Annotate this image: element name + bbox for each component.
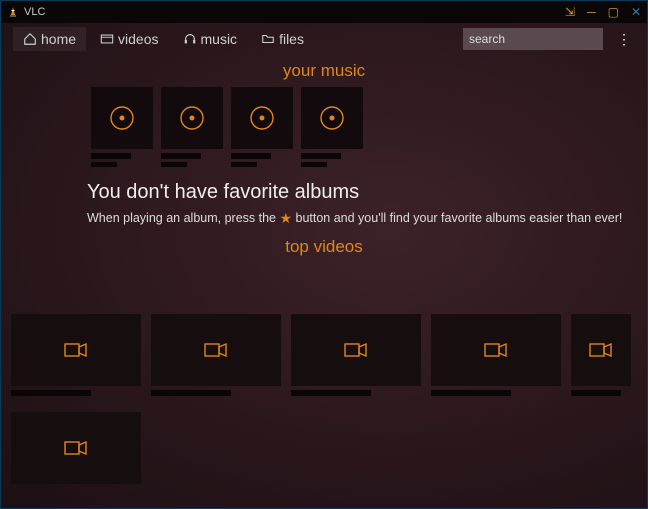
camcorder-icon: [64, 439, 88, 457]
video-item[interactable]: [151, 314, 281, 396]
favorites-hint-after: button and you'll find your favorite alb…: [292, 211, 622, 225]
nav-home-label: home: [41, 31, 76, 47]
album-item[interactable]: [231, 87, 293, 167]
album-item[interactable]: [301, 87, 363, 167]
camcorder-icon: [204, 341, 228, 359]
album-artist: [161, 162, 187, 167]
video-title: [11, 390, 91, 396]
camcorder-icon: [589, 341, 613, 359]
video-title: [151, 390, 231, 396]
album-artist: [301, 162, 327, 167]
favorites-heading: You don't have favorite albums: [1, 181, 647, 204]
headphones-icon: [183, 32, 197, 46]
titlebar: VLC ⇲ ─ ▢ ✕: [1, 1, 647, 23]
vlc-cone-icon: [7, 6, 19, 18]
nav-home[interactable]: home: [13, 27, 86, 51]
disc-icon: [317, 103, 347, 133]
star-icon: ★: [279, 210, 292, 227]
nav-music-label: music: [201, 31, 238, 47]
search-input[interactable]: [463, 28, 603, 50]
navbar: home videos music files ⋮: [1, 23, 647, 55]
more-button[interactable]: ⋮: [613, 31, 635, 48]
nav-videos-label: videos: [118, 31, 158, 47]
camcorder-icon: [64, 341, 88, 359]
video-title: [291, 390, 371, 396]
nav-music[interactable]: music: [173, 27, 248, 51]
videos-row: [11, 314, 637, 396]
video-item[interactable]: [431, 314, 561, 396]
nav-videos[interactable]: videos: [90, 27, 168, 51]
camcorder-icon: [344, 341, 368, 359]
videos-row: [11, 412, 637, 484]
album-artist: [91, 162, 117, 167]
nav-files-label: files: [279, 31, 304, 47]
album-item[interactable]: [161, 87, 223, 167]
video-item[interactable]: [571, 314, 631, 396]
albums-row: [1, 87, 647, 167]
album-item[interactable]: [91, 87, 153, 167]
album-title: [231, 153, 271, 159]
minimize-button[interactable]: ─: [587, 5, 596, 19]
album-title: [301, 153, 341, 159]
folder-icon: [261, 32, 275, 46]
more-vertical-icon: ⋮: [617, 31, 631, 47]
nav-files[interactable]: files: [251, 27, 314, 51]
videos-area: [1, 314, 647, 508]
section-top-videos: top videos: [1, 237, 647, 257]
album-title: [91, 153, 131, 159]
content: your music You don't have favorite album…: [1, 55, 647, 508]
video-item[interactable]: [11, 412, 141, 484]
window-title: VLC: [24, 6, 45, 18]
restore-down-icon[interactable]: ⇲: [565, 5, 575, 19]
album-artist: [231, 162, 257, 167]
video-item[interactable]: [11, 314, 141, 396]
favorites-hint: When playing an album, press the ★ butto…: [1, 210, 647, 227]
album-title: [161, 153, 201, 159]
disc-icon: [177, 103, 207, 133]
camcorder-icon: [484, 341, 508, 359]
section-your-music: your music: [1, 61, 647, 81]
close-button[interactable]: ✕: [631, 5, 641, 19]
video-title: [571, 390, 621, 396]
video-icon: [100, 32, 114, 46]
home-icon: [23, 32, 37, 46]
disc-icon: [247, 103, 277, 133]
disc-icon: [107, 103, 137, 133]
favorites-hint-before: When playing an album, press the: [87, 211, 279, 225]
video-title: [431, 390, 511, 396]
video-item[interactable]: [291, 314, 421, 396]
maximize-button[interactable]: ▢: [608, 5, 619, 19]
